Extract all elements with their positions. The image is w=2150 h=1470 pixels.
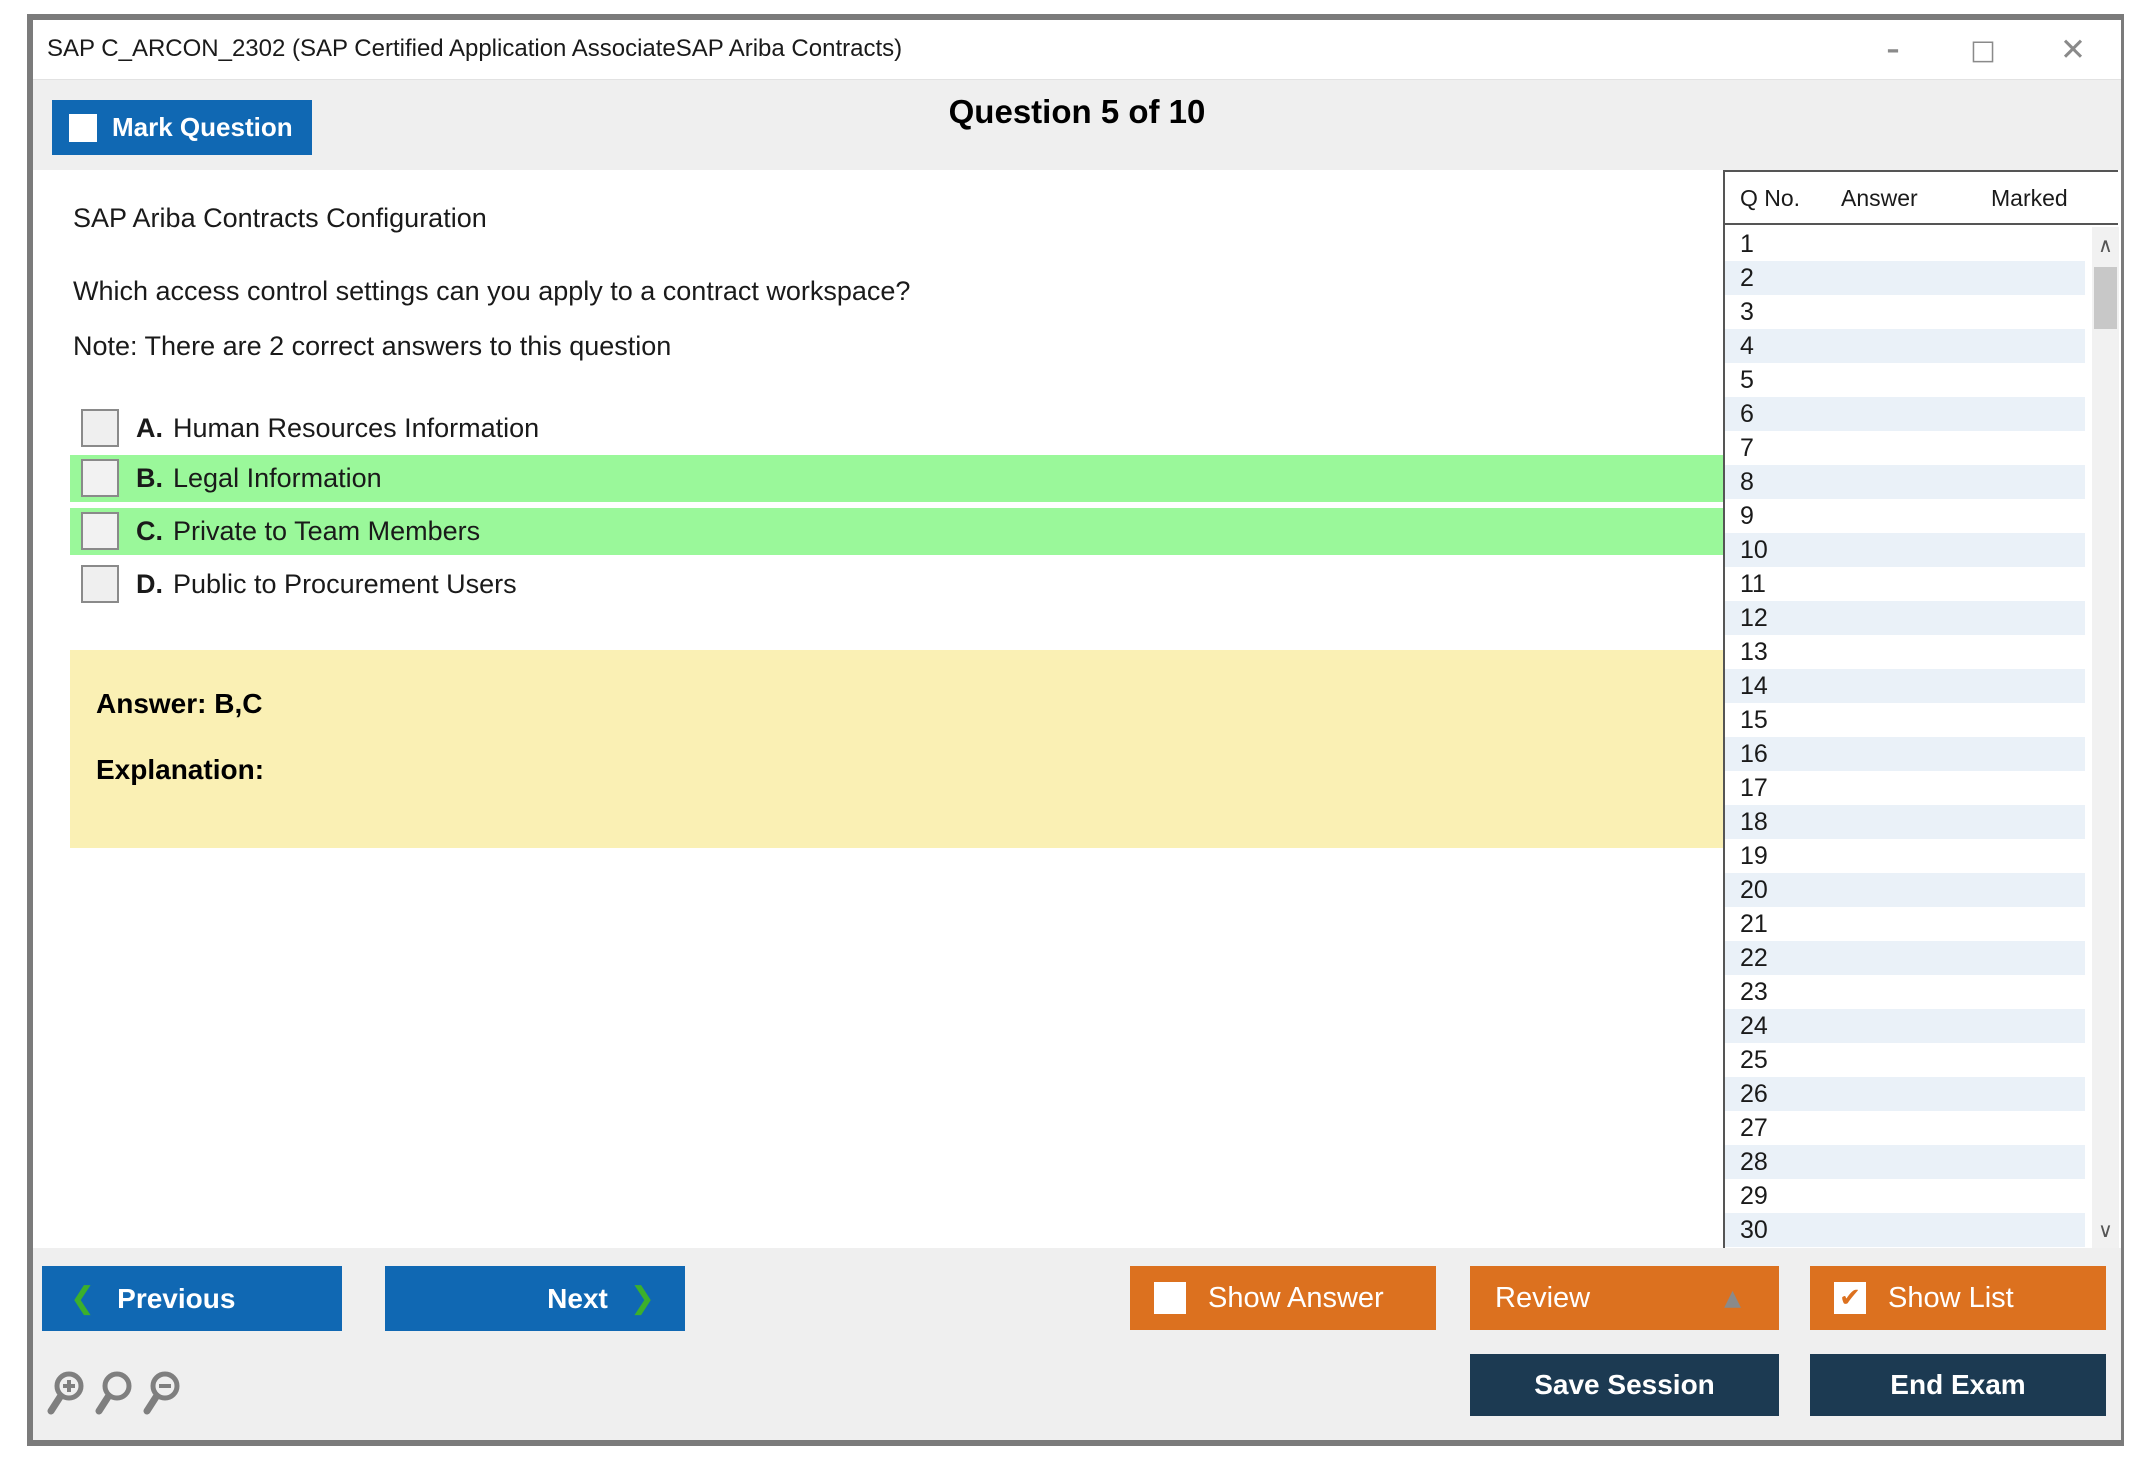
question-list-header: Q No. Answer Marked	[1725, 172, 2118, 225]
question-text: Which access control settings can you ap…	[73, 276, 911, 306]
question-list-row[interactable]: 7	[1725, 431, 2085, 465]
option-d[interactable]: D. Public to Procurement Users	[70, 561, 1733, 608]
scrollbar-thumb[interactable]	[2094, 267, 2117, 329]
zoom-out-icon[interactable]	[142, 1370, 182, 1416]
question-list-row[interactable]: 5	[1725, 363, 2085, 397]
question-list-row[interactable]: 6	[1725, 397, 2085, 431]
answer-label: Answer: B,C	[96, 688, 263, 719]
header-band: Question 5 of 10 Mark Question	[33, 80, 2121, 170]
question-rows: 1 2 3 4 5 6 7 8 9 10 11 12 13 14 15 16 17 18 19 20 21 22 23 24 2…	[1725, 227, 2085, 1248]
option-checkbox[interactable]	[81, 565, 119, 603]
zoom-reset-icon[interactable]	[94, 1370, 134, 1416]
option-c[interactable]: C. Private to Team Members	[70, 508, 1733, 555]
review-button[interactable]: Review ▲	[1470, 1266, 1779, 1330]
question-list-row[interactable]: 2	[1725, 261, 2085, 295]
question-list-row[interactable]: 10	[1725, 533, 2085, 567]
question-list-row[interactable]: 16	[1725, 737, 2085, 771]
next-label: Next	[547, 1282, 608, 1314]
show-list-button[interactable]: ✔ Show List	[1810, 1266, 2106, 1330]
question-list-panel: Q No. Answer Marked 1 2 3 4 5 6 7 8 9 10 11 12 13 14 1…	[1723, 170, 2119, 1248]
window-title: SAP C_ARCON_2302 (SAP Certified Applicat…	[47, 35, 903, 62]
question-topic: SAP Ariba Contracts Configuration	[73, 203, 487, 233]
scroll-down-icon[interactable]: ∨	[2092, 1214, 2119, 1246]
mark-question-checkbox[interactable]	[69, 113, 97, 142]
footer-bar: ❮ Previous Next ❯ Show Answer Review ▲ ✔…	[33, 1248, 2121, 1440]
explanation-label: Explanation:	[96, 754, 265, 785]
previous-label: Previous	[117, 1282, 236, 1314]
show-answer-checkbox[interactable]	[1154, 1282, 1186, 1314]
question-counter: Question 5 of 10	[948, 93, 1206, 130]
mark-question-button[interactable]: Mark Question	[52, 100, 312, 155]
previous-button[interactable]: ❮ Previous	[42, 1266, 342, 1331]
option-label: C. Private to Team Members	[136, 516, 481, 546]
option-label: A. Human Resources Information	[136, 413, 540, 443]
option-label: B. Legal Information	[136, 463, 382, 493]
column-answer: Answer	[1841, 185, 1918, 211]
save-session-label: Save Session	[1534, 1369, 1715, 1400]
option-label: D. Public to Procurement Users	[136, 569, 517, 599]
scrollbar[interactable]: ∧ ∨	[2092, 227, 2119, 1248]
question-list-row[interactable]: 9	[1725, 499, 2085, 533]
question-list-row[interactable]: 14	[1725, 669, 2085, 703]
review-label: Review	[1495, 1281, 1591, 1314]
show-answer-label: Show Answer	[1208, 1281, 1384, 1314]
question-list-row[interactable]: 11	[1725, 567, 2085, 601]
option-b[interactable]: B. Legal Information	[70, 455, 1733, 502]
question-list-row[interactable]: 1	[1725, 227, 2085, 261]
answer-explanation-box: Answer: B,C Explanation:	[70, 650, 1733, 848]
question-list-row[interactable]: 17	[1725, 771, 2085, 805]
title-bar: SAP C_ARCON_2302 (SAP Certified Applicat…	[33, 20, 2121, 80]
question-list-row[interactable]: 20	[1725, 873, 2085, 907]
question-list-row[interactable]: 3	[1725, 295, 2085, 329]
close-icon[interactable]: ✕	[2045, 20, 2101, 80]
chevron-right-icon: ❯	[629, 1281, 655, 1316]
chevron-left-icon: ❮	[70, 1281, 96, 1316]
show-list-label: Show List	[1888, 1281, 2014, 1314]
question-list-row[interactable]: 27	[1725, 1111, 2085, 1145]
minimize-icon[interactable]: –	[1865, 20, 1921, 80]
save-session-button[interactable]: Save Session	[1470, 1354, 1779, 1416]
zoom-in-icon[interactable]	[46, 1370, 86, 1416]
next-button[interactable]: Next ❯	[385, 1266, 685, 1331]
triangle-up-icon: ▲	[1724, 1285, 1741, 1311]
checkmark-icon: ✔	[1839, 1283, 1861, 1313]
option-checkbox[interactable]	[81, 512, 119, 550]
question-list-row[interactable]: 29	[1725, 1179, 2085, 1213]
question-list-row[interactable]: 12	[1725, 601, 2085, 635]
option-a[interactable]: A. Human Resources Information	[70, 405, 1733, 452]
question-list-row[interactable]: 22	[1725, 941, 2085, 975]
question-list-row[interactable]: 23	[1725, 975, 2085, 1009]
option-checkbox[interactable]	[81, 459, 119, 497]
question-list-row[interactable]: 15	[1725, 703, 2085, 737]
question-list-row[interactable]: 26	[1725, 1077, 2085, 1111]
question-list-row[interactable]: 30	[1725, 1213, 2085, 1247]
option-checkbox[interactable]	[81, 409, 119, 447]
end-exam-label: End Exam	[1890, 1369, 2026, 1400]
question-list-row[interactable]: 4	[1725, 329, 2085, 363]
show-answer-button[interactable]: Show Answer	[1130, 1266, 1436, 1330]
question-list-row[interactable]: 25	[1725, 1043, 2085, 1077]
mark-question-label: Mark Question	[112, 112, 293, 142]
column-qno: Q No.	[1740, 185, 1801, 211]
question-note: Note: There are 2 correct answers to thi…	[73, 331, 672, 361]
question-list-row[interactable]: 28	[1725, 1145, 2085, 1179]
maximize-icon[interactable]: □	[1955, 20, 2011, 80]
question-list-row[interactable]: 18	[1725, 805, 2085, 839]
question-list-row[interactable]: 13	[1725, 635, 2085, 669]
show-list-checkbox[interactable]: ✔	[1834, 1282, 1866, 1314]
question-list-row[interactable]: 19	[1725, 839, 2085, 873]
question-list-row[interactable]: 8	[1725, 465, 2085, 499]
column-marked: Marked	[1991, 185, 2068, 211]
exam-app: SAP C_ARCON_2302 (SAP Certified Applicat…	[0, 0, 2150, 1470]
end-exam-button[interactable]: End Exam	[1810, 1354, 2106, 1416]
question-list-row[interactable]: 21	[1725, 907, 2085, 941]
zoom-controls	[46, 1370, 182, 1416]
question-list-row[interactable]: 24	[1725, 1009, 2085, 1043]
scroll-up-icon[interactable]: ∧	[2092, 229, 2119, 261]
